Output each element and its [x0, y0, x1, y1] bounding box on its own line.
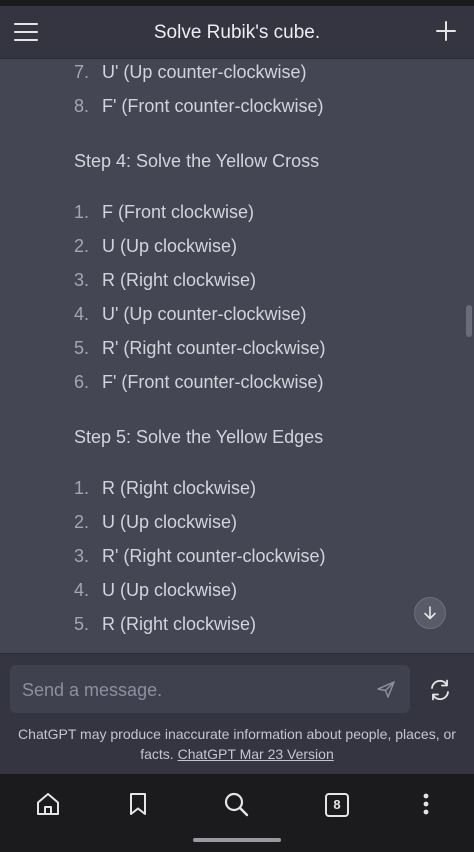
list-item: 3. R (Right clockwise): [74, 270, 257, 290]
browser-bottom-nav: 8: [0, 774, 474, 852]
more-vertical-icon[interactable]: [412, 790, 440, 818]
assistant-message: 7. U' (Up counter-clockwise) 8. F' (Front …: [0, 59, 474, 641]
chat-message-area[interactable]: 7. U' (Up counter-clockwise) 8. F' (Front …: [0, 59, 474, 653]
list-item: 7. U' (Up counter-clockwise): [74, 62, 307, 82]
chat-title: Solve Rubik's cube.: [153, 22, 321, 43]
app-header: Solve Rubik's cube.: [0, 6, 474, 59]
step4-list: 1. F (Front clockwise) 2. U (Up clockwise)…: [0, 195, 474, 399]
list-item: 8. F' (Front counter-clockwise): [74, 96, 324, 116]
version-link[interactable]: ChatGPT Mar 23 Version: [178, 746, 334, 762]
scrollbar-thumb[interactable]: [466, 305, 472, 337]
list-item: 6. F' (Front counter-clockwise): [74, 372, 324, 392]
step4-heading: Step 4: Solve the Yellow Cross: [74, 151, 320, 171]
list-item: 4. U' (Up counter-clockwise): [74, 304, 307, 324]
list-item: 2. U (Up clockwise): [74, 236, 238, 256]
message-input-box[interactable]: [10, 665, 410, 715]
chat-app: Solve Rubik's cube. 7. U' (Up counter-clo…: [0, 0, 474, 852]
arrow-down-icon: [424, 606, 436, 620]
step5-heading: Step 5: Solve the Yellow Edges: [74, 427, 324, 447]
composer-area: ChatGPT may produce inaccurate informati…: [0, 653, 474, 775]
list-item: 3. R' (Right counter-clockwise): [74, 546, 326, 566]
gesture-bar: [193, 838, 281, 842]
list-item: 4. U (Up clockwise): [74, 580, 238, 600]
bookmark-icon[interactable]: [124, 790, 152, 818]
home-icon[interactable]: [34, 790, 62, 818]
previous-step-list: 7. U' (Up counter-clockwise) 8. F' (Front …: [0, 59, 474, 123]
scroll-to-bottom-button[interactable]: [414, 597, 446, 629]
list-item: 2. U (Up clockwise): [74, 512, 238, 532]
step5-list: 1. R (Right clockwise) 2. U (Up clockwise)…: [0, 471, 474, 641]
list-item: 1. F (Front clockwise): [74, 202, 255, 222]
hamburger-menu-icon[interactable]: [14, 20, 40, 44]
list-item: 5. R' (Right counter-clockwise): [74, 338, 326, 358]
new-chat-plus-icon[interactable]: [434, 19, 458, 43]
list-item: 1. R (Right clockwise): [74, 478, 257, 498]
message-input[interactable]: [20, 665, 364, 715]
disclaimer-text: ChatGPT may produce inaccurate informati…: [18, 726, 456, 762]
refresh-icon[interactable]: [428, 678, 452, 702]
search-icon[interactable]: [222, 790, 250, 818]
paper-plane-icon[interactable]: [376, 679, 396, 699]
tab-count-button[interactable]: 8: [325, 793, 349, 817]
